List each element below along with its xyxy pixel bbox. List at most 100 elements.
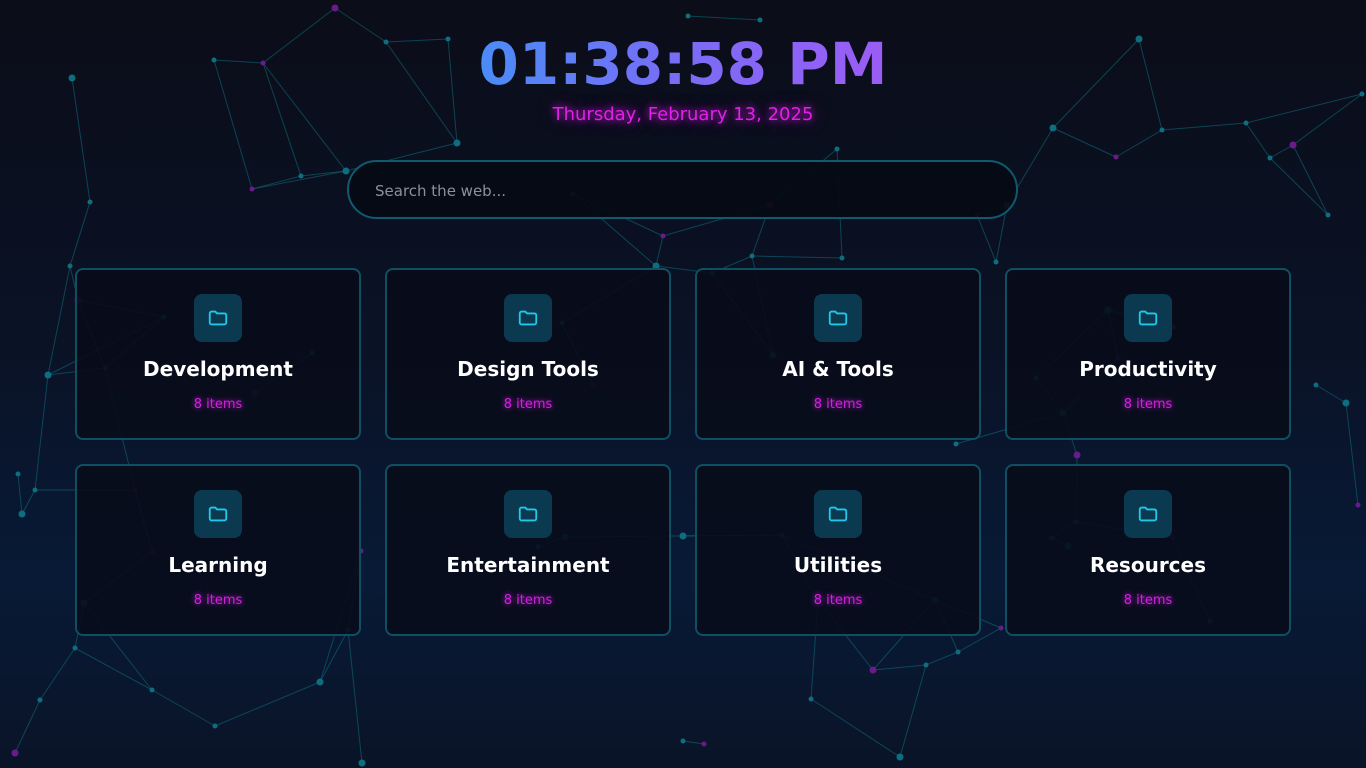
category-title: Design Tools: [457, 357, 599, 381]
network-node: [298, 173, 304, 179]
network-node: [1159, 127, 1165, 133]
category-title: Resources: [1089, 553, 1207, 577]
network-node: [15, 471, 21, 477]
network-node: [808, 696, 814, 702]
category-count: 8 items: [1123, 593, 1173, 608]
network-line: [251, 175, 302, 190]
network-line: [976, 214, 997, 263]
folder-icon: [194, 490, 242, 538]
category-count: 8 items: [503, 397, 553, 412]
network-line: [17, 473, 23, 515]
network-line: [899, 664, 927, 758]
network-line: [21, 489, 36, 515]
network-node: [923, 662, 929, 668]
category-card-ai-tools[interactable]: AI & Tools 8 items: [695, 268, 981, 440]
network-line: [1269, 157, 1329, 216]
network-node: [749, 253, 755, 259]
network-line: [687, 15, 761, 21]
category-card-learning[interactable]: Learning 8 items: [75, 464, 361, 636]
category-title: Entertainment: [446, 553, 610, 577]
network-node: [44, 371, 52, 379]
category-title: AI & Tools: [782, 357, 894, 381]
network-line: [1315, 384, 1347, 404]
folder-icon: [814, 294, 862, 342]
network-node: [72, 645, 78, 651]
network-line: [1052, 127, 1117, 158]
network-node: [87, 199, 93, 205]
network-line: [14, 699, 41, 754]
network-node: [680, 738, 686, 744]
category-count: 8 items: [813, 397, 863, 412]
category-card-development[interactable]: Development 8 items: [75, 268, 361, 440]
folder-icon: [194, 294, 242, 342]
network-line: [151, 689, 216, 727]
network-node: [358, 759, 366, 767]
category-count: 8 items: [193, 397, 243, 412]
category-grid: Development 8 items Design Tools 8 items…: [75, 268, 1291, 636]
network-node: [1267, 155, 1273, 161]
category-title: Productivity: [1079, 357, 1217, 381]
network-line: [872, 664, 927, 671]
folder-icon: [1124, 490, 1172, 538]
network-node: [32, 487, 38, 493]
network-line: [251, 170, 347, 190]
category-card-entertainment[interactable]: Entertainment 8 items: [385, 464, 671, 636]
network-node: [149, 687, 155, 693]
category-title: Development: [143, 357, 293, 381]
network-node: [1313, 382, 1319, 388]
category-count: 8 items: [813, 593, 863, 608]
search-input[interactable]: [373, 162, 997, 219]
category-card-utilities[interactable]: Utilities 8 items: [695, 464, 981, 636]
category-count: 8 items: [503, 593, 553, 608]
network-node: [757, 17, 763, 23]
category-title: Utilities: [793, 553, 883, 577]
network-node: [1289, 141, 1297, 149]
network-node: [331, 4, 339, 12]
category-title: Learning: [168, 553, 268, 577]
category-count: 8 items: [1123, 397, 1173, 412]
network-line: [34, 374, 49, 491]
network-node: [834, 146, 840, 152]
network-node: [67, 263, 73, 269]
network-node: [212, 723, 218, 729]
network-line: [810, 698, 901, 758]
network-line: [1292, 144, 1329, 216]
network-line: [1269, 144, 1294, 159]
network-node: [660, 233, 666, 239]
category-card-resources[interactable]: Resources 8 items: [1005, 464, 1291, 636]
network-line: [1345, 402, 1359, 506]
network-node: [896, 753, 904, 761]
date-display: Thursday, February 13, 2025: [552, 104, 814, 125]
network-node: [869, 666, 877, 674]
network-node: [701, 741, 707, 747]
network-node: [316, 678, 324, 686]
network-node: [1355, 502, 1361, 508]
network-node: [342, 167, 350, 175]
folder-icon: [504, 490, 552, 538]
category-card-productivity[interactable]: Productivity 8 items: [1005, 268, 1291, 440]
network-node: [249, 186, 255, 192]
network-node: [18, 510, 26, 518]
folder-icon: [1124, 294, 1172, 342]
network-node: [955, 649, 961, 655]
network-node: [453, 139, 461, 147]
network-line: [655, 235, 664, 267]
category-count: 8 items: [193, 593, 243, 608]
network-node: [1325, 212, 1331, 218]
network-node: [839, 255, 845, 261]
network-line: [39, 647, 76, 701]
search-bar[interactable]: [347, 160, 1018, 219]
network-line: [925, 651, 959, 666]
category-card-design-tools[interactable]: Design Tools 8 items: [385, 268, 671, 440]
network-line: [1245, 122, 1271, 159]
network-node: [1113, 154, 1119, 160]
clock-time: 01:38:58 PM: [478, 30, 888, 98]
network-node: [37, 697, 43, 703]
network-node: [993, 259, 999, 265]
network-node: [11, 749, 19, 757]
network-line: [1115, 129, 1163, 158]
network-line: [69, 201, 91, 267]
network-line: [751, 255, 843, 259]
network-line: [74, 647, 153, 691]
folder-icon: [504, 294, 552, 342]
